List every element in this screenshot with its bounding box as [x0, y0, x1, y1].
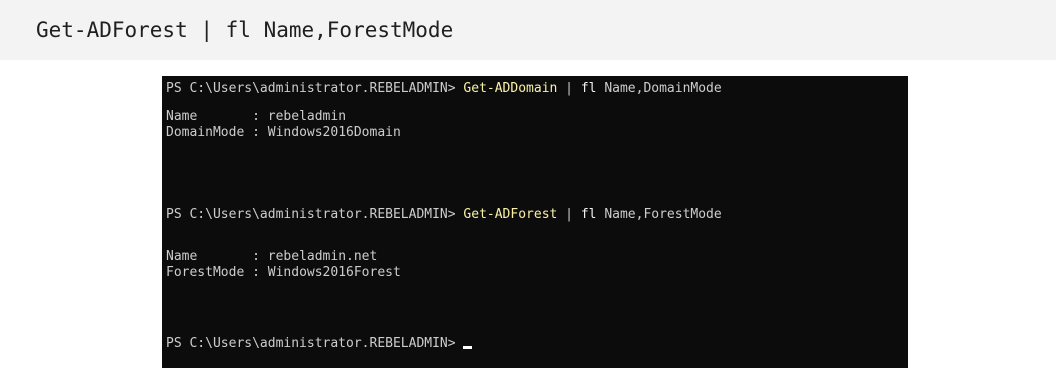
input-line[interactable]: PS C:\Users\administrator.REBELADMIN> — [166, 336, 473, 352]
code-snippet-bar: Get-ADForest | fl Name,ForestMode — [0, 0, 1056, 60]
format-list-alias: fl — [580, 207, 597, 222]
output-separator: : — [244, 265, 268, 280]
output-key: Name — [166, 109, 245, 124]
format-list-alias: fl — [580, 81, 597, 96]
pipe-operator: | — [565, 81, 573, 96]
output-row: ForestMode : Windows2016Forest — [166, 265, 401, 281]
output-separator: : — [244, 109, 268, 124]
cmdlet-name: Get-ADForest — [463, 207, 558, 222]
output-separator: : — [244, 125, 268, 140]
output-value: rebeladmin — [267, 109, 347, 124]
output-row: DomainMode : Windows2016Domain — [166, 125, 401, 141]
output-separator: : — [244, 249, 268, 264]
command-line-1: PS C:\Users\administrator.REBELADMIN> Ge… — [166, 81, 722, 97]
output-key: ForestMode — [166, 265, 245, 280]
output-row: Name : rebeladmin — [166, 109, 346, 125]
cmdlet-name: Get-ADDomain — [463, 81, 558, 96]
output-key: DomainMode — [166, 125, 245, 140]
command-arguments: Name,DomainMode — [604, 81, 722, 96]
prompt: PS C:\Users\administrator.REBELADMIN> — [166, 336, 456, 351]
output-value: Windows2016Forest — [267, 265, 401, 280]
output-row: Name : rebeladmin.net — [166, 249, 377, 265]
output-value: Windows2016Domain — [267, 125, 401, 140]
output-value: rebeladmin.net — [267, 249, 378, 264]
prompt: PS C:\Users\administrator.REBELADMIN> — [166, 81, 456, 96]
pipe-operator: | — [565, 207, 573, 222]
command-arguments: Name,ForestMode — [604, 207, 722, 222]
powershell-console[interactable]: PS C:\Users\administrator.REBELADMIN> Ge… — [162, 76, 908, 368]
output-key: Name — [166, 249, 245, 264]
prompt: PS C:\Users\administrator.REBELADMIN> — [166, 207, 456, 222]
snippet-command: Get-ADForest | fl Name,ForestMode — [36, 18, 454, 42]
text-cursor — [463, 346, 473, 349]
command-line-2: PS C:\Users\administrator.REBELADMIN> Ge… — [166, 207, 722, 223]
